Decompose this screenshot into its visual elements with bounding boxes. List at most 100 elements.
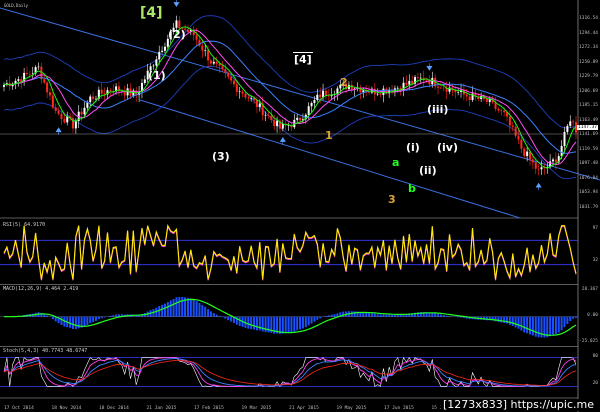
candle-body (201, 45, 204, 51)
candle-body (503, 110, 506, 113)
candle-body (232, 80, 235, 85)
candle-body (63, 118, 66, 123)
macd-title: MACD(12,26,9) 4.464 2.419 (3, 286, 79, 292)
wave-label: (1) (148, 69, 166, 82)
price-tick-label: 1163.49 (579, 117, 598, 123)
rsi-title: RSI(5) 64.9170 (3, 222, 46, 228)
candle-body (74, 120, 77, 129)
date-tick-label: 21 Apr 2015 (289, 406, 319, 411)
envelope-upper (3, 15, 577, 129)
candle-body (255, 100, 258, 108)
wave-label: a (392, 156, 400, 169)
candle-body (212, 61, 215, 64)
candle-body (350, 84, 353, 90)
watermark: [1273x833] https://upic.me (440, 398, 596, 411)
candle-body (327, 95, 330, 97)
candle-body (230, 76, 233, 81)
candle-body (454, 90, 457, 93)
indicator-tick-label: -25.025 (579, 339, 598, 344)
macd-pane (0, 296, 578, 338)
candle-body (17, 79, 20, 81)
wave-label: b (408, 182, 416, 195)
candle-body (408, 80, 411, 85)
candle-body (46, 82, 49, 93)
candle-body (508, 116, 511, 126)
candle-body (419, 77, 422, 79)
candle-body (54, 107, 57, 111)
candle-body (526, 151, 529, 157)
candle-body (319, 94, 322, 98)
candle-body (457, 91, 460, 93)
candle-body (186, 29, 189, 32)
wave-label: (3) (212, 150, 230, 163)
candle-body (439, 87, 442, 89)
candle-body (152, 65, 155, 67)
candle-body (247, 97, 250, 99)
candle-body (258, 103, 261, 108)
price-tick-label: 1097.48 (579, 161, 598, 166)
candle-body (238, 91, 241, 93)
price-tick-label: 1141.69 (579, 132, 598, 137)
candle-body (161, 50, 164, 52)
date-tick-label: 19 May 2015 (336, 406, 367, 411)
date-tick-label: 17 Feb 2015 (194, 406, 224, 411)
indicator-tick-label: 32 (592, 258, 598, 263)
candle-body (310, 102, 313, 107)
candle-body (155, 59, 158, 66)
arrow-down-icon (426, 63, 433, 71)
candle-body (485, 98, 488, 102)
price-tick-label: 1119.59 (579, 146, 598, 152)
candle-body (296, 117, 299, 120)
indicator-tick-label: 97 (592, 226, 598, 231)
price-tick-label: 1229.79 (579, 74, 598, 79)
rsi-line (3, 224, 577, 280)
candle-body (313, 99, 316, 103)
candle-body (143, 79, 146, 83)
candle-body (442, 87, 445, 89)
indicator-tick-label: 28.367 (581, 287, 598, 292)
stoch-title: Stoch(5,4,3) 40.7743 48.6747 (3, 348, 88, 354)
rsi-shadow-line (3, 225, 577, 281)
price-tick-label: 1250.89 (579, 59, 598, 65)
candle-body (163, 46, 166, 51)
candle-body (425, 80, 428, 81)
price-tick-label: 1272.34 (579, 45, 598, 50)
candle-body (109, 90, 112, 91)
candle-body (221, 65, 224, 70)
candle-body (572, 121, 575, 123)
wave-label: (i) (406, 141, 420, 154)
wave-label: (iii) (427, 103, 449, 116)
candle-body (307, 106, 310, 115)
price-tick-label: 1031.79 (579, 204, 598, 210)
arrow-down-icon (173, 0, 180, 8)
fractal-arrows (55, 0, 542, 191)
candle-body (552, 159, 555, 162)
candle-body (520, 139, 523, 149)
candle-body (48, 92, 51, 96)
candle-body (379, 93, 382, 95)
indicator-tick-label: 80 (592, 354, 598, 359)
candle-body (511, 125, 514, 127)
wave-label: 1 (325, 129, 333, 142)
candle-body (488, 99, 491, 102)
candle-body (537, 168, 540, 170)
candle-body (227, 72, 230, 77)
wave-label: [4] (293, 52, 313, 66)
candle-body (195, 35, 198, 40)
price-tick-label: 1053.94 (579, 190, 598, 195)
candle-body (273, 119, 276, 127)
candle-body (178, 20, 181, 28)
date-tick-label: 21 Jan 2015 (146, 406, 177, 411)
candle-body (224, 69, 227, 73)
price-tick-label: 1076.84 (579, 175, 598, 181)
price-tick-label: 1294.44 (579, 30, 598, 36)
arrow-up-icon (535, 182, 542, 191)
candle-body (92, 96, 95, 99)
candle-body (37, 66, 40, 68)
channel-lower-line (139, 99, 521, 219)
candle-body (569, 121, 572, 126)
candle-body (235, 84, 238, 92)
candle-body (241, 91, 244, 94)
stoch-line-2 (3, 357, 577, 387)
candle-body (209, 60, 212, 64)
